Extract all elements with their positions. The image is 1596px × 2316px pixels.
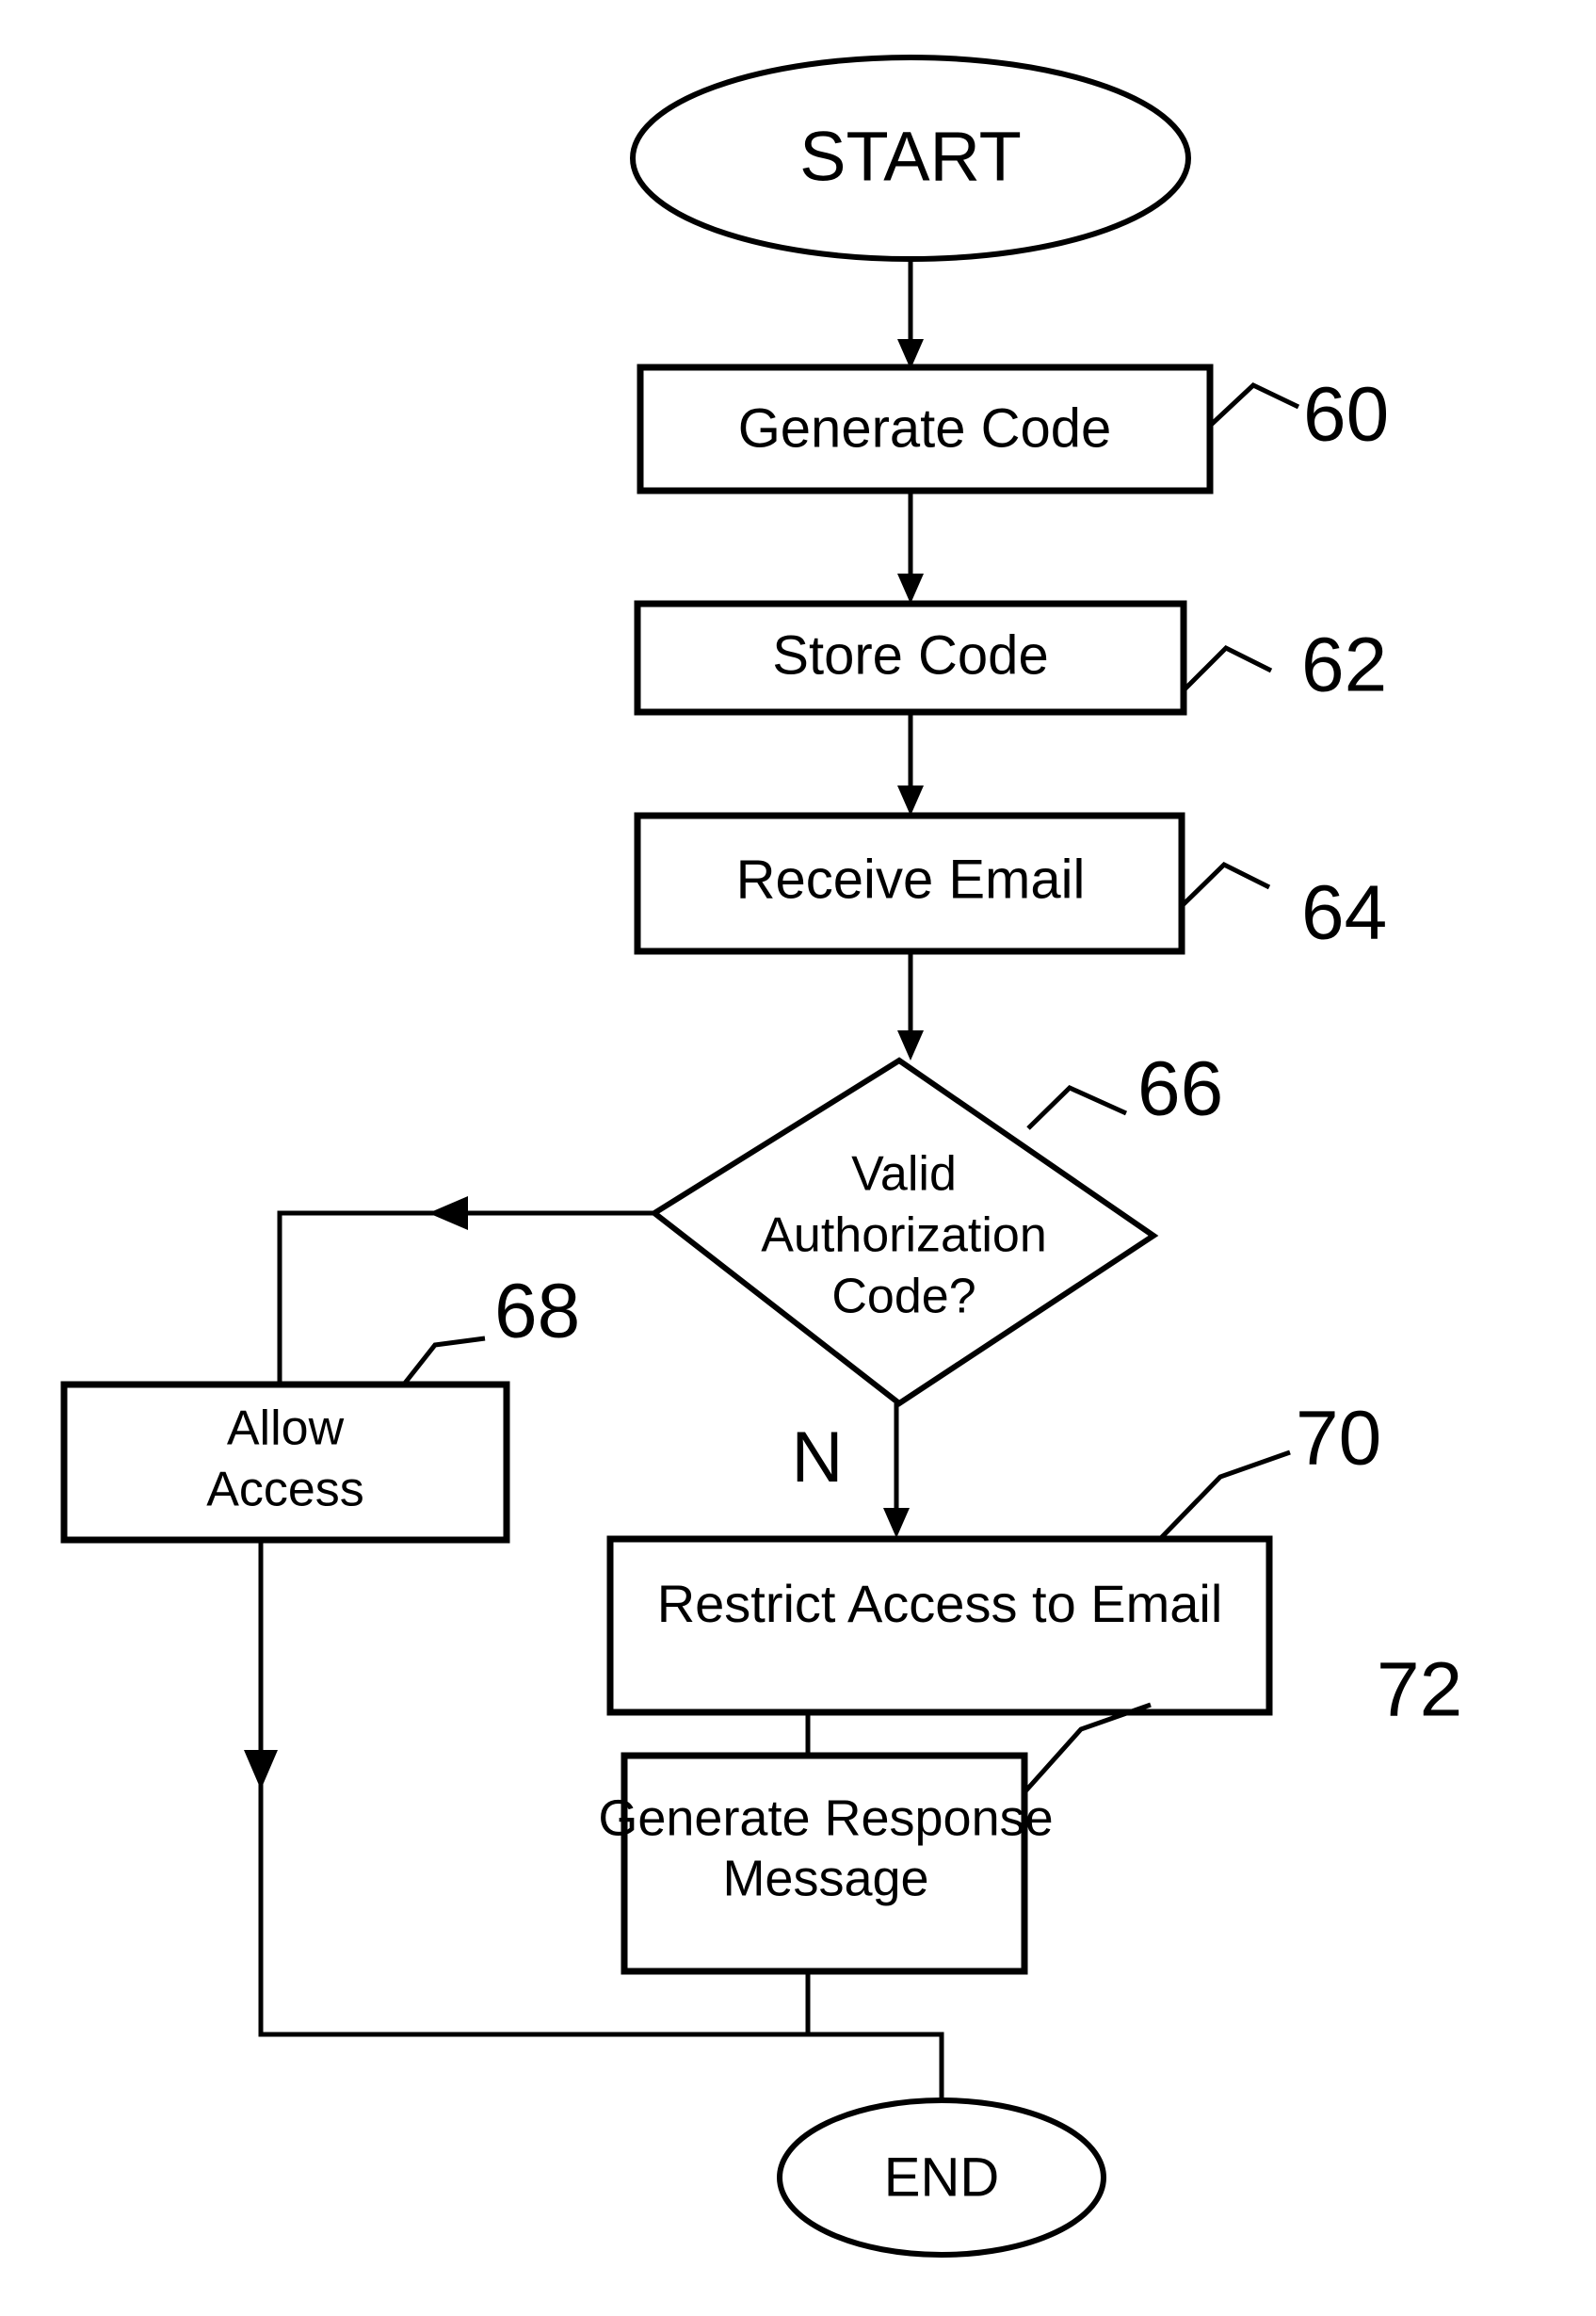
node-restrict-access-label: Restrict Access to Email [657,1574,1223,1633]
node-allow-access-label-line2: Access [206,1463,364,1517]
node-receive-email: Receive Email 64 [634,812,1387,956]
ref-numeral-72: 72 [1377,1647,1462,1733]
arrowhead-icon [244,1750,278,1790]
node-end-label: END [884,2146,999,2208]
edge-generate-code-to-store-code [897,491,924,604]
node-decision-valid-authorization-code: Valid Authorization Code? 66 [649,1046,1223,1407]
arrowhead-icon [897,574,924,604]
ref-numeral-64: 64 [1301,870,1387,956]
arrowhead-icon [897,785,924,816]
node-decision-label-line3: Code? [831,1270,975,1324]
node-restrict-access-to-email: Restrict Access to Email 70 [606,1396,1381,1716]
edge-receive-email-to-decision [897,951,924,1061]
node-decision-label-line1: Valid [851,1147,957,1202]
node-start: START [630,55,1191,262]
ref-numeral-62: 62 [1301,623,1387,708]
node-allow-access-label-line1: Allow [227,1401,345,1456]
edge-store-code-to-receive-email [897,712,924,816]
node-start-label: START [799,118,1022,196]
edge-decision-to-restrict-access [883,1403,910,1538]
node-generate-response-label-line1: Generate Response [598,1790,1053,1846]
node-generate-code-label: Generate Code [738,397,1112,459]
node-generate-response-label-line2: Message [722,1850,928,1906]
ref-numeral-60: 60 [1303,372,1389,458]
arrowhead-icon [883,1508,910,1538]
arrowhead-icon [428,1196,468,1230]
node-end: END [777,2097,1106,2258]
ref-numeral-70: 70 [1296,1396,1381,1482]
flowchart-diagram: START Generate Code 60 Store Code 62 Rec… [60,55,1462,2258]
edge-decision-to-allow-access [277,1196,654,1385]
node-decision-label-line2: Authorization [761,1208,1047,1263]
node-store-code: Store Code 62 [634,600,1387,716]
edge-start-to-generate-code [897,259,924,369]
node-generate-code: Generate Code 60 [637,364,1389,494]
node-store-code-label: Store Code [772,624,1048,686]
node-allow-access: Allow Access 68 [60,1269,580,1544]
branch-label-no: N [792,1417,844,1498]
ref-numeral-68: 68 [494,1269,580,1354]
arrowhead-icon [897,1030,924,1061]
node-receive-email-label: Receive Email [736,849,1086,910]
ref-numeral-66: 66 [1137,1046,1223,1132]
flowchart-canvas: START Generate Code 60 Store Code 62 Rec… [0,0,1596,2316]
